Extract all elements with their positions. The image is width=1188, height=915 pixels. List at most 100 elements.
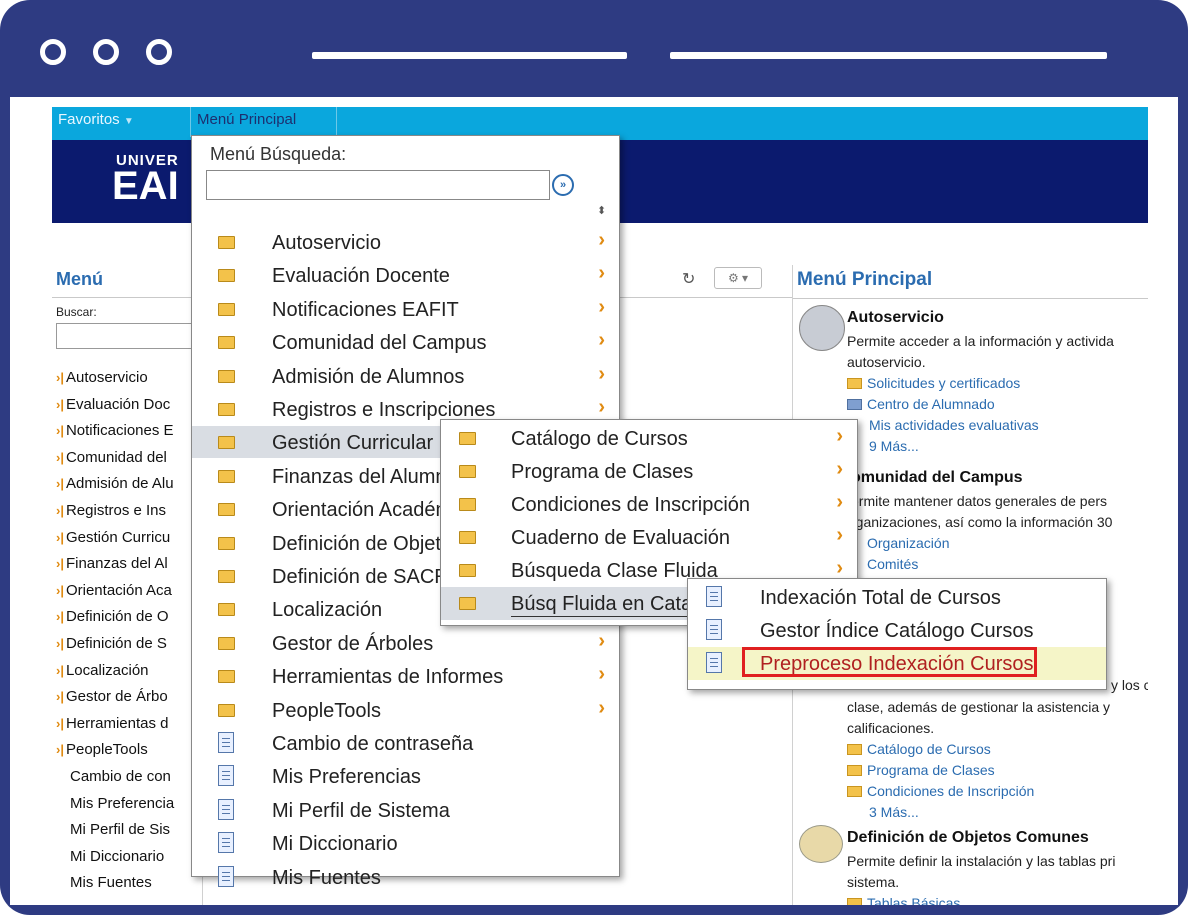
menu-item[interactable]: PeopleTools › bbox=[192, 694, 619, 726]
menu-item[interactable]: Autoservicio › bbox=[192, 226, 619, 258]
highlight-box bbox=[742, 647, 1037, 677]
section-link[interactable]: Solicitudes y certificados bbox=[847, 375, 1020, 391]
left-menu-item[interactable]: ›| Comunidad del bbox=[56, 449, 167, 466]
left-menu-item[interactable]: ›| Admisión de Alu bbox=[56, 475, 174, 492]
document-icon bbox=[706, 652, 722, 673]
menu-item[interactable]: Herramientas de Informes › bbox=[192, 660, 619, 692]
menu-item[interactable]: Cuaderno de Evaluación › bbox=[441, 521, 857, 554]
sort-icon[interactable]: ⬍ bbox=[597, 204, 606, 217]
chevron-right-icon: › bbox=[598, 696, 605, 719]
chevron-right-icon: › bbox=[836, 524, 843, 546]
folder-icon bbox=[218, 503, 235, 517]
search-go-button[interactable]: » bbox=[552, 174, 574, 196]
menu-item[interactable]: Mi Perfil de Sistema bbox=[192, 794, 619, 826]
section-link[interactable]: Organización bbox=[867, 535, 950, 551]
refresh-icon[interactable]: ↻ bbox=[682, 269, 695, 289]
left-menu-item[interactable]: Mi Diccionario bbox=[70, 848, 164, 865]
menu-item[interactable]: Notificaciones EAFIT › bbox=[192, 293, 619, 325]
left-menu-item[interactable]: ›| Localización bbox=[56, 662, 149, 679]
left-menu-item-label: Registros e Ins bbox=[65, 502, 167, 519]
section-description: rganizaciones, así como la información 3… bbox=[851, 514, 1113, 530]
left-menu-item-label: Cambio de con bbox=[70, 768, 171, 785]
chevron-right-icon: › bbox=[836, 425, 843, 447]
section-heading[interactable]: omunidad del Campus bbox=[851, 469, 1023, 487]
section-link[interactable]: Centro de Alumnado bbox=[847, 396, 995, 412]
grid-icon bbox=[847, 399, 862, 410]
window-dot-icon[interactable] bbox=[40, 39, 66, 65]
left-menu-item[interactable]: ›| Registros e Ins bbox=[56, 502, 166, 519]
chevron-right-icon: ›| bbox=[56, 689, 64, 705]
folder-icon bbox=[218, 369, 235, 383]
chevron-right-icon: › bbox=[598, 629, 605, 652]
left-menu-item[interactable]: ›| Gestión Curricu bbox=[56, 529, 170, 546]
chevron-right-icon: ›| bbox=[56, 662, 64, 678]
menu-principal-tab[interactable]: Menú Principal bbox=[190, 107, 337, 137]
document-icon bbox=[218, 732, 234, 753]
left-menu-item[interactable]: ›| PeopleTools bbox=[56, 741, 148, 758]
left-menu-item[interactable]: ›| Orientación Aca bbox=[56, 582, 172, 599]
chevron-right-icon: › bbox=[836, 458, 843, 480]
left-menu-item[interactable]: ›| Autoservicio bbox=[56, 369, 148, 386]
menu-item[interactable]: Gestor Índice Catálogo Cursos bbox=[688, 614, 1106, 647]
folder-icon bbox=[459, 465, 476, 478]
more-link[interactable]: 3 Más... bbox=[869, 804, 919, 820]
section-link[interactable]: Mis actividades evaluativas bbox=[869, 417, 1039, 433]
menu-item[interactable]: Mis Fuentes bbox=[192, 861, 619, 893]
window-dot-icon[interactable] bbox=[93, 39, 119, 65]
menu-item[interactable]: Cambio de contraseña bbox=[192, 727, 619, 759]
menu-item[interactable]: Catálogo de Cursos › bbox=[441, 422, 857, 455]
menu-item-label: Cambio de contraseña bbox=[272, 733, 474, 755]
more-link[interactable]: 9 Más... bbox=[869, 438, 919, 454]
left-menu-item[interactable]: ›| Definición de O bbox=[56, 608, 169, 625]
window-titlebar bbox=[0, 0, 1188, 97]
document-icon bbox=[218, 765, 234, 787]
window-dot-icon[interactable] bbox=[146, 39, 172, 65]
menu-item-label: Finanzas del Alumn bbox=[272, 465, 447, 488]
search-label: Buscar: bbox=[56, 305, 97, 319]
left-menu-title: Menú bbox=[56, 269, 103, 289]
section-heading[interactable]: Autoservicio bbox=[847, 309, 944, 327]
section-description: y los c bbox=[1111, 677, 1148, 693]
menu-search-input[interactable] bbox=[206, 170, 550, 200]
menu-item[interactable]: Evaluación Docente › bbox=[192, 259, 619, 291]
left-menu-item[interactable]: ›| Definición de S bbox=[56, 635, 167, 652]
address-bar-placeholder bbox=[670, 52, 1107, 59]
left-menu-item[interactable]: Cambio de con bbox=[70, 768, 171, 785]
section-link[interactable]: Programa de Clases bbox=[847, 762, 995, 778]
section-heading[interactable]: Definición de Objetos Comunes bbox=[847, 829, 1089, 847]
left-menu-item[interactable]: Mis Preferencia bbox=[70, 795, 174, 812]
menu-item[interactable]: Mis Preferencias bbox=[192, 760, 619, 792]
folder-icon bbox=[218, 570, 235, 583]
folder-icon bbox=[218, 670, 235, 684]
left-menu-item[interactable]: ›| Gestor de Árbo bbox=[56, 688, 168, 705]
menu-item[interactable]: Gestor de Árboles › bbox=[192, 627, 619, 659]
menu-item-label: Evaluación Docente bbox=[272, 265, 450, 288]
left-menu-item[interactable]: Mis Fuentes bbox=[70, 874, 152, 891]
left-menu-item[interactable]: Mi Perfil de Sis bbox=[70, 821, 170, 838]
menu-item[interactable]: Indexación Total de Cursos bbox=[688, 581, 1106, 614]
left-menu-item[interactable]: ›| Finanzas del Al bbox=[56, 555, 168, 572]
section-link[interactable]: Comités bbox=[867, 556, 918, 572]
left-menu-item[interactable]: ›| Herramientas d bbox=[56, 715, 169, 732]
folder-icon bbox=[218, 403, 235, 416]
chevron-right-icon: ›| bbox=[56, 636, 64, 651]
section-link[interactable]: Tablas Básicas bbox=[847, 895, 960, 905]
left-menu-item[interactable]: ›| Notificaciones E bbox=[56, 422, 174, 439]
favoritos-menu[interactable]: Favoritos ▼ bbox=[52, 107, 188, 137]
menu-item[interactable]: Mi Diccionario bbox=[192, 827, 619, 859]
chevron-right-icon: › bbox=[598, 262, 605, 285]
folder-icon bbox=[218, 302, 235, 316]
section-link[interactable]: Condiciones de Inscripción bbox=[847, 783, 1034, 799]
gear-icon[interactable]: ⚙ ▾ bbox=[714, 267, 762, 289]
folder-icon bbox=[459, 564, 476, 577]
menu-item[interactable]: Comunidad del Campus › bbox=[192, 326, 619, 358]
menu-item[interactable]: Programa de Clases › bbox=[441, 455, 857, 488]
menu-item-label: Definición de SACR bbox=[272, 566, 449, 588]
menu-item[interactable]: Condiciones de Inscripción › bbox=[441, 488, 857, 521]
menu-item[interactable]: Admisión de Alumnos › bbox=[192, 360, 619, 392]
section-link[interactable]: Catálogo de Cursos bbox=[847, 741, 991, 757]
search-input[interactable] bbox=[56, 323, 200, 349]
left-menu-item[interactable]: ›| Evaluación Doc bbox=[56, 396, 170, 413]
chevron-right-icon: ›| bbox=[56, 582, 64, 598]
chevron-right-icon: › bbox=[836, 491, 843, 513]
